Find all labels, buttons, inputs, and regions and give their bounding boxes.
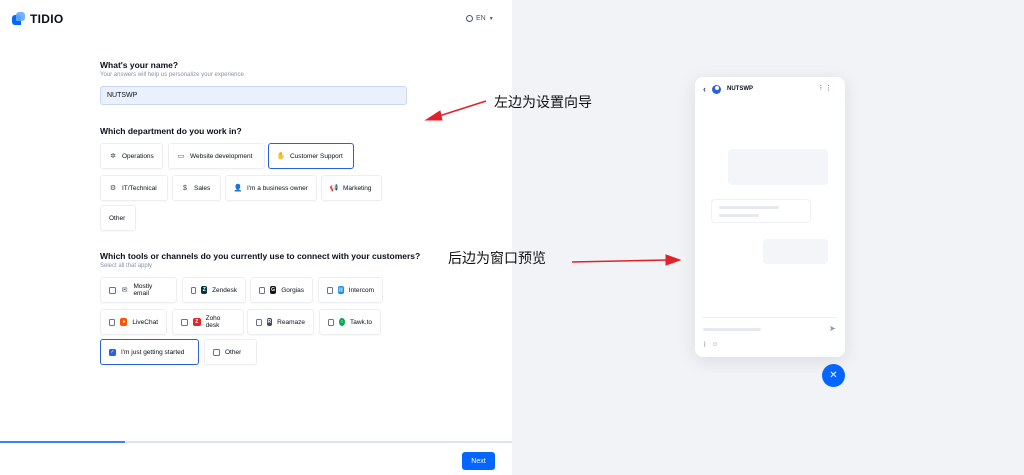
tools-question-subtitle: Select all that apply	[100, 263, 153, 269]
widget-header-name: NUTSWP	[727, 86, 753, 92]
message-input[interactable]	[703, 328, 761, 331]
tidio-logo-icon	[12, 12, 26, 26]
name-input[interactable]: NUTSWP	[100, 86, 407, 105]
annotation-preview-label: 后边为窗口预览	[448, 251, 546, 267]
checkbox-checked[interactable]: ✓	[109, 348, 116, 356]
dept-option-label: Customer Support	[290, 152, 343, 160]
tool-option-label: Mostly email	[133, 283, 153, 297]
annotation-wizard-label: 左边为设置向导	[494, 95, 592, 111]
chevron-down-icon: ▼	[488, 15, 494, 22]
sparkle-icon: ✲	[110, 152, 116, 160]
dept-option-sales[interactable]: $ Sales	[172, 175, 221, 201]
widget-toolbar: ⌇ ☺	[703, 341, 719, 349]
dept-option-label: I'm a business owner	[247, 184, 308, 192]
tool-option-label: Gorgias	[281, 286, 304, 294]
dept-option-marketing[interactable]: 📢 Marketing	[321, 175, 382, 201]
progress-fill	[0, 441, 126, 443]
tool-option-label: I'm just getting started	[121, 348, 185, 356]
checkbox[interactable]	[327, 286, 333, 294]
tool-option-reamaze[interactable]: R Reamaze	[247, 309, 314, 335]
checkbox[interactable]	[259, 286, 265, 294]
department-question-title: Which department do you work in?	[100, 126, 242, 136]
checkbox[interactable]	[328, 318, 334, 326]
tool-option-zendesk[interactable]: Z Zendesk	[182, 277, 246, 303]
dept-option-customer-support[interactable]: ✋ Customer Support	[268, 143, 354, 169]
avatar-icon	[712, 84, 721, 94]
zendesk-icon: Z	[201, 286, 208, 294]
dept-option-it-technical[interactable]: ⚙ IT/Technical	[100, 175, 168, 201]
setup-wizard-panel: TIDIO EN ▼ What's your name? Your answer…	[0, 0, 512, 475]
hand-wave-icon: ✋	[276, 152, 286, 160]
intercom-icon: ▥	[337, 286, 344, 294]
gear-icon: ⚙	[109, 184, 117, 192]
name-question-subtitle: Your answers will help us personalize yo…	[100, 72, 244, 78]
message-line-placeholder	[719, 206, 779, 209]
envelope-icon: ✉	[121, 286, 128, 294]
logo-text: TIDIO	[30, 12, 64, 26]
dept-option-business-owner[interactable]: 👤 I'm a business owner	[225, 175, 317, 201]
reamaze-icon: R	[266, 318, 273, 326]
tool-option-label: LiveChat	[132, 318, 158, 326]
dept-option-label: Other	[109, 214, 126, 222]
tool-option-label: Reamaze	[277, 318, 305, 326]
arrow-to-preview	[571, 259, 669, 263]
arrow-head-preview	[665, 254, 682, 266]
megaphone-icon: 📢	[329, 184, 339, 192]
tool-option-tawk[interactable]: ○ Tawk.to	[319, 309, 381, 335]
send-icon[interactable]: ➤	[829, 324, 836, 333]
message-line-placeholder	[719, 214, 759, 217]
dept-option-website-development[interactable]: ▭ Website development	[168, 143, 265, 169]
close-widget-button[interactable]: ✕	[822, 364, 845, 387]
chevron-left-icon[interactable]: ‹	[703, 84, 706, 94]
tool-option-label: Zendesk	[212, 286, 237, 294]
tidio-logo: TIDIO	[12, 12, 64, 26]
browser-window-icon: ▭	[177, 152, 185, 160]
language-selector[interactable]: EN ▼	[466, 15, 494, 22]
livechat-icon: ●	[120, 318, 128, 326]
tool-option-gorgias[interactable]: G Gorgias	[250, 277, 313, 303]
name-question-title: What's your name?	[100, 60, 179, 70]
message-bubble-placeholder	[763, 239, 828, 264]
tool-option-other[interactable]: Other	[204, 339, 257, 365]
tool-option-label: Other	[225, 348, 242, 356]
zoho-icon: Z	[192, 318, 201, 326]
checkbox[interactable]	[181, 318, 188, 326]
dept-option-label: Sales	[194, 184, 211, 192]
dept-option-label: Website development	[190, 152, 253, 160]
tool-option-intercom[interactable]: ▥ Intercom	[318, 277, 383, 303]
language-label: EN	[476, 15, 486, 22]
dept-option-label: IT/Technical	[122, 184, 157, 192]
dept-option-operations[interactable]: ✲ Operations	[100, 143, 163, 169]
dept-option-other[interactable]: Other	[100, 205, 136, 231]
chat-widget-preview: ‹ NUTSWP ⁝⋮ ➤ ⌇ ☺	[695, 77, 845, 357]
tool-option-label: Intercom	[348, 286, 374, 294]
tool-option-label: Tawk.to	[349, 318, 372, 326]
checkbox[interactable]	[256, 318, 262, 326]
message-bubble-placeholder	[711, 199, 811, 223]
tools-question-title: Which tools or channels do you currently…	[100, 251, 421, 261]
tool-option-livechat[interactable]: ● LiveChat	[100, 309, 167, 335]
more-options-icon[interactable]: ⁝⋮	[820, 84, 835, 92]
tool-option-mostly-email[interactable]: ✉ Mostly email	[100, 277, 177, 303]
next-button[interactable]: Next	[462, 452, 495, 470]
globe-icon	[466, 15, 473, 22]
progress-bar	[0, 441, 512, 443]
widget-divider	[703, 317, 837, 318]
attachment-icon[interactable]: ⌇	[703, 341, 706, 349]
person-icon: 👤	[233, 184, 243, 192]
message-bubble-placeholder	[728, 149, 828, 185]
tool-option-just-getting-started[interactable]: ✓ I'm just getting started	[100, 339, 199, 365]
tool-option-label: Zoho desk	[205, 315, 221, 329]
dept-option-label: Marketing	[343, 184, 372, 192]
tool-option-zoho-desk[interactable]: Z Zoho desk	[172, 309, 244, 335]
checkbox[interactable]	[213, 348, 220, 356]
tawk-icon: ○	[338, 318, 345, 326]
dept-option-label: Operations	[122, 152, 154, 160]
emoji-icon[interactable]: ☺	[711, 341, 718, 349]
checkbox[interactable]	[191, 286, 197, 294]
gorgias-icon: G	[269, 286, 277, 294]
checkbox[interactable]	[109, 286, 116, 294]
dollar-icon: $	[183, 184, 187, 192]
checkbox[interactable]	[109, 318, 116, 326]
